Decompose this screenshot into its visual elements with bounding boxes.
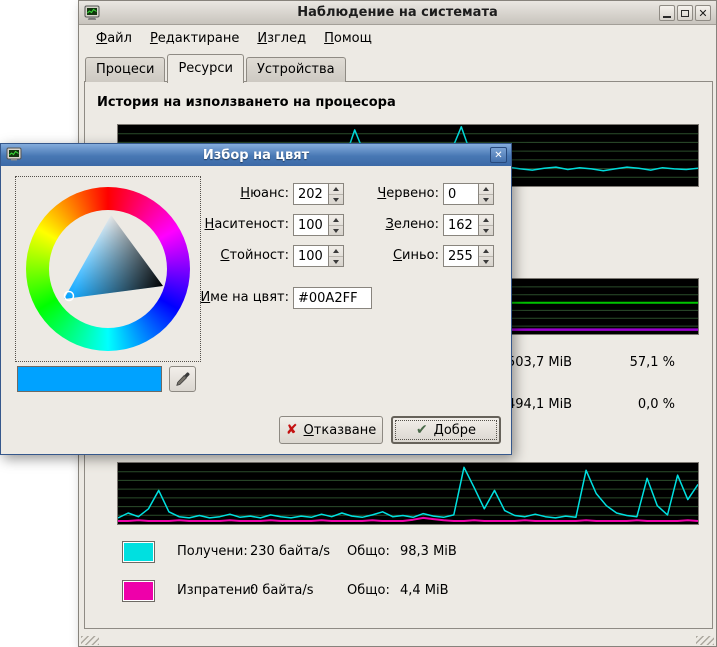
- eyedropper-icon: [175, 371, 191, 387]
- red-spinbox[interactable]: [443, 183, 494, 205]
- sent-label: Изпратени:: [177, 583, 255, 598]
- sent-rate: 0 байта/s: [250, 583, 314, 598]
- maximize-icon: [681, 10, 689, 17]
- memory-total-value: 503,7 MiB: [507, 355, 572, 370]
- ok-check-icon: ✔: [416, 423, 428, 437]
- blue-label: Синьо:: [329, 245, 439, 267]
- blue-spinbox[interactable]: [443, 245, 494, 267]
- received-rate: 230 байта/s: [250, 544, 330, 559]
- menu-file[interactable]: Файл: [87, 28, 141, 49]
- maximize-button[interactable]: [677, 5, 693, 21]
- green-input[interactable]: [444, 215, 477, 235]
- tab-devices[interactable]: Устройства: [246, 57, 346, 82]
- color-wheel[interactable]: [15, 176, 201, 362]
- ok-button[interactable]: ✔ Добре: [391, 416, 501, 444]
- received-label: Получени:: [177, 544, 248, 559]
- hue-input[interactable]: [294, 184, 327, 204]
- saturation-input[interactable]: [294, 215, 327, 235]
- cancel-button[interactable]: ✘ Отказване: [279, 416, 383, 444]
- sent-color-swatch[interactable]: [122, 580, 155, 602]
- resize-grip-left[interactable]: [81, 636, 99, 645]
- value-label: Стойност:: [179, 245, 289, 267]
- red-input[interactable]: [444, 184, 477, 204]
- menu-help[interactable]: Помощ: [315, 28, 381, 49]
- minimize-button[interactable]: [659, 5, 675, 21]
- green-label: Зелено:: [329, 214, 439, 236]
- minimize-icon: [663, 16, 671, 18]
- network-chart-canvas: [118, 463, 698, 524]
- saturation-label: Наситеност:: [179, 214, 289, 236]
- dialog-title: Избор на цвят: [1, 148, 511, 163]
- saturation-value-triangle[interactable]: [49, 210, 167, 328]
- tab-resources[interactable]: Ресурси: [167, 54, 244, 83]
- window-bottom-frame: [79, 636, 716, 645]
- tab-processes[interactable]: Процеси: [85, 57, 165, 82]
- network-history-chart: [117, 462, 699, 525]
- red-spin-up-icon[interactable]: [479, 184, 493, 194]
- tab-bar: Процеси Ресурси Устройства: [85, 53, 710, 82]
- menu-edit[interactable]: Редактиране: [141, 28, 248, 49]
- pick-screen-color-button[interactable]: [169, 366, 196, 392]
- hue-ring[interactable]: [26, 187, 190, 351]
- green-spinbox[interactable]: [443, 214, 494, 236]
- menubar: Файл Редактиране Изглед Помощ: [79, 26, 716, 50]
- cancel-button-label: Отказване: [304, 423, 377, 438]
- main-window-title: Наблюдение на системата: [79, 5, 716, 20]
- red-spin-down-icon[interactable]: [479, 194, 493, 204]
- desktop: Наблюдение на системата ✕ Файл Редактира…: [0, 0, 717, 647]
- received-total-label: Общо:: [347, 544, 390, 559]
- color-name-label: Име на цвят:: [179, 287, 289, 309]
- swap-total-value: 494,1 MiB: [507, 397, 572, 412]
- cpu-section-title: История на използването на процесора: [97, 95, 396, 110]
- green-spin-down-icon[interactable]: [479, 225, 493, 235]
- resize-grip-right[interactable]: [696, 636, 714, 645]
- memory-percent-value: 57,1 %: [615, 355, 675, 370]
- current-color-swatch: [17, 366, 162, 392]
- dialog-close-button[interactable]: ✕: [490, 147, 507, 163]
- color-picker-dialog: Избор на цвят ✕: [0, 143, 512, 455]
- red-label: Червено:: [329, 183, 439, 205]
- close-button[interactable]: ✕: [695, 5, 711, 21]
- menu-view[interactable]: Изглед: [248, 28, 315, 49]
- swap-percent-value: 0,0 %: [615, 397, 675, 412]
- received-color-swatch[interactable]: [122, 541, 155, 563]
- close-icon: ✕: [698, 8, 707, 19]
- sent-total-label: Общо:: [347, 583, 390, 598]
- sent-total: 4,4 MiB: [400, 583, 449, 598]
- blue-input[interactable]: [444, 246, 477, 266]
- cancel-x-icon: ✘: [286, 423, 298, 437]
- color-name-input[interactable]: [293, 287, 372, 309]
- green-spin-up-icon[interactable]: [479, 215, 493, 225]
- received-total: 98,3 MiB: [400, 544, 457, 559]
- blue-spin-down-icon[interactable]: [479, 256, 493, 266]
- value-input[interactable]: [294, 246, 327, 266]
- dialog-titlebar[interactable]: Избор на цвят ✕: [1, 144, 511, 166]
- hue-label: Нюанс:: [179, 183, 289, 205]
- main-titlebar[interactable]: Наблюдение на системата ✕: [79, 1, 716, 25]
- ok-button-label: Добре: [434, 423, 476, 438]
- blue-spin-up-icon[interactable]: [479, 246, 493, 256]
